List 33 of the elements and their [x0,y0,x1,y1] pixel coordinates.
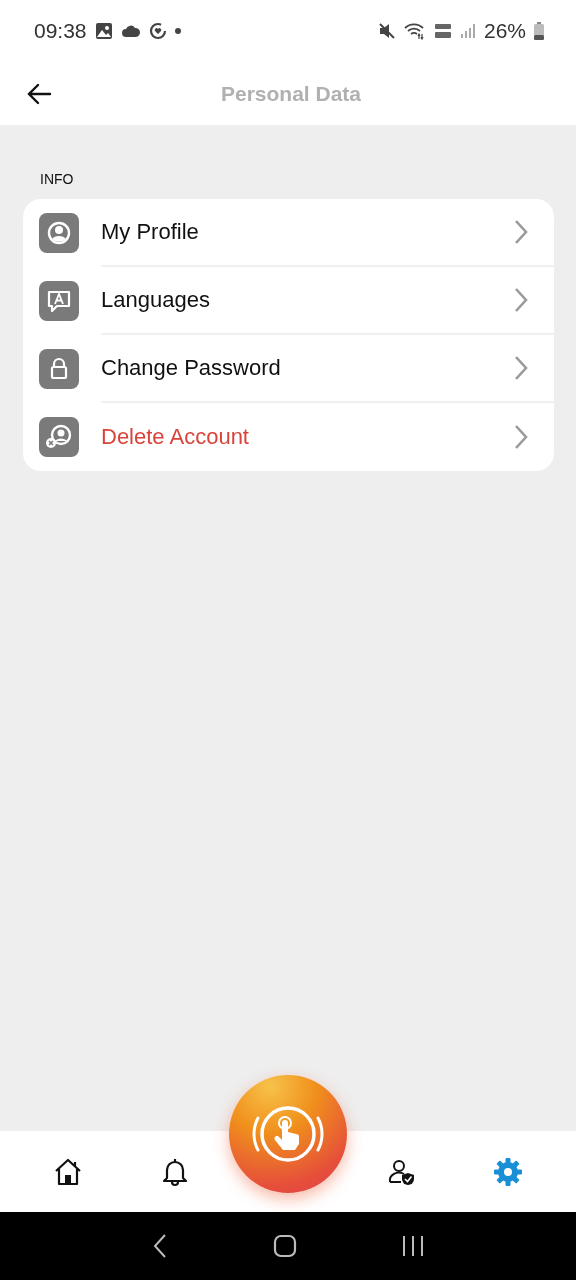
home-button-icon[interactable] [273,1234,297,1258]
menu-item-label: Languages [101,287,210,313]
menu-item[interactable]: Languages [23,267,554,335]
menu-item-label: Change Password [101,355,281,381]
gallery-icon [94,22,113,40]
panic-button[interactable] [229,1074,347,1193]
battery-icon [534,22,544,40]
chevron-right-icon [514,355,528,381]
dot-icon [174,28,181,34]
menu-item[interactable]: Delete Account [23,403,554,471]
profile-icon [39,213,79,253]
cloud-icon [120,24,141,38]
recent-apps-icon[interactable] [401,1235,424,1257]
lock-icon [39,349,79,389]
settings-icon [493,1156,524,1187]
heart-ring-icon [148,22,167,40]
battery-percent: 26% [483,19,526,43]
back-icon[interactable] [152,1233,169,1259]
chevron-right-icon [514,424,528,450]
clock-time: 09:38 [34,19,87,43]
section-label: INFO [39,171,75,187]
menu-item[interactable]: My Profile [23,199,554,267]
mute-icon [377,22,396,40]
menu-item-label: My Profile [101,219,199,245]
speech-bubble-icon [39,281,79,321]
chevron-right-icon [514,287,528,313]
page-title: Personal Data [219,81,363,106]
chevron-right-icon [514,219,528,245]
menu-item-label: Delete Account [101,424,249,450]
signal-icon [459,23,476,39]
wifi-icon [403,22,426,40]
menu-item[interactable]: Change Password [23,335,554,403]
user-remove-icon [39,417,79,457]
